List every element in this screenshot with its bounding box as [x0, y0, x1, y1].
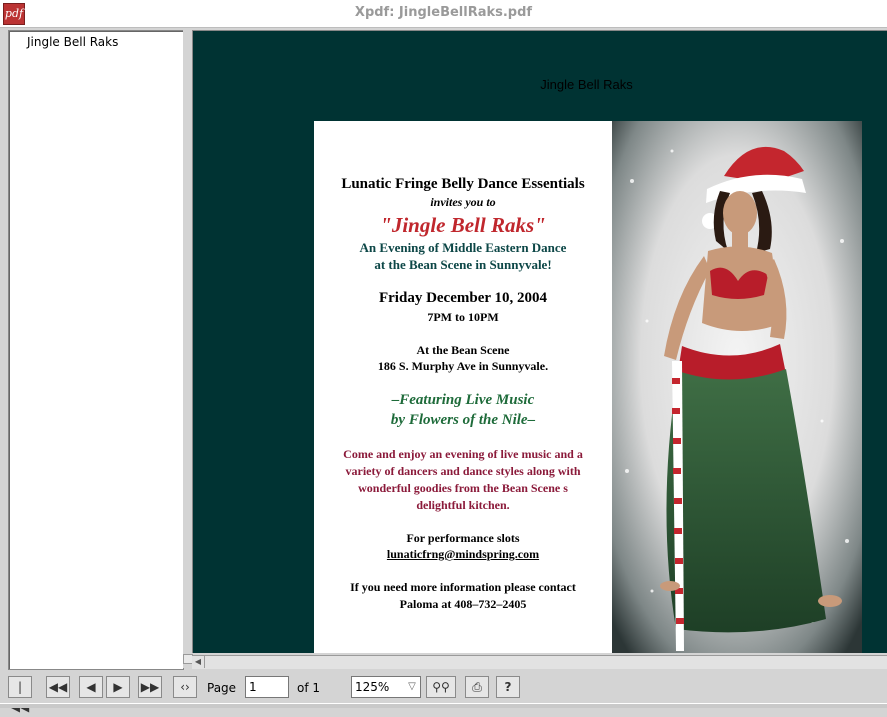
- flyer-address: 186 S. Murphy Ave in Sunnyvale.: [377, 359, 549, 373]
- title-bar: pdf Xpdf: JingleBellRaks.pdf: [0, 0, 887, 28]
- back-10-pages-icon: ◀◀: [48, 680, 68, 694]
- forward-10-pages-button[interactable]: ▶▶: [138, 676, 162, 698]
- page-heading: Jingle Bell Raks: [540, 77, 633, 92]
- flyer-slots: For performance slots: [406, 531, 520, 545]
- toolbar: |◀◀ ◀◀ ◀ ▶ ▶▶ ‹› Page 1 of 1 125% ▽ ⚲⚲ ⎙…: [0, 672, 887, 714]
- print-button[interactable]: ⎙: [465, 676, 489, 698]
- window-title: Xpdf: JingleBellRaks.pdf: [354, 5, 533, 20]
- flyer-body-2: variety of dancers and dance styles alon…: [345, 464, 581, 478]
- horizontal-scrollbar[interactable]: ◀: [192, 655, 887, 669]
- flyer-contact-1: If you need more information please cont…: [350, 580, 576, 594]
- forward-10-pages-icon: ▶▶: [140, 680, 160, 694]
- find-button[interactable]: ⚲⚲: [426, 676, 456, 698]
- chevron-down-icon[interactable]: ▽: [404, 677, 420, 696]
- dancer-photo: [612, 121, 862, 653]
- flyer-body-1: Come and enjoy an evening of live music …: [343, 447, 583, 461]
- flyer-music-2: by Flowers of the Nile–: [390, 412, 536, 428]
- flyer-body-3: wonderful goodies from the Bean Scene s: [358, 481, 568, 495]
- flyer-email-link[interactable]: lunaticfrng@mindspring.com: [314, 547, 612, 562]
- previous-page-button[interactable]: ◀: [79, 676, 103, 698]
- status-bar: [0, 703, 887, 708]
- page-count-label: of 1: [297, 681, 321, 695]
- print-icon: ⎙: [472, 680, 482, 694]
- next-page-icon: ▶: [113, 680, 123, 694]
- next-page-button[interactable]: ▶: [106, 676, 130, 698]
- first-page-button[interactable]: |◀◀: [8, 676, 32, 714]
- history-button[interactable]: ‹›: [173, 676, 197, 698]
- flyer-subtitle-1: An Evening of Middle Eastern Dance: [359, 240, 567, 255]
- page-number-input[interactable]: 1: [245, 676, 289, 698]
- document-viewer[interactable]: Jingle Bell Raks Lunatic Fringe Belly Da…: [192, 30, 887, 653]
- help-button[interactable]: ?: [496, 676, 520, 698]
- outline-pane[interactable]: Jingle Bell Raks: [8, 30, 184, 670]
- flyer-host: Lunatic Fringe Belly Dance Essentials: [341, 176, 585, 192]
- flyer-music-1: –Featuring Live Music: [391, 392, 535, 408]
- flyer-subtitle-2: at the Bean Scene in Sunnyvale!: [374, 257, 552, 272]
- pane-splitter[interactable]: [183, 30, 191, 668]
- back-10-pages-button[interactable]: ◀◀: [46, 676, 70, 698]
- scroll-left-icon[interactable]: ◀: [192, 656, 205, 668]
- first-page-icon: |◀◀: [11, 680, 29, 714]
- flyer-body-4: delightful kitchen.: [416, 498, 510, 512]
- flyer-time: 7PM to 10PM: [427, 310, 499, 324]
- pdf-page: Lunatic Fringe Belly Dance Essentials in…: [314, 121, 862, 653]
- flyer-event-title: "Jingle Bell Raks": [380, 213, 546, 237]
- flyer-contact-2: Paloma at 408–732–2405: [399, 597, 527, 611]
- outline-item-jingle-bell-raks[interactable]: Jingle Bell Raks: [27, 35, 118, 49]
- page-label: Page: [207, 681, 237, 695]
- dancer-photo-graphic: [612, 121, 862, 653]
- history-back-forward-icon: ‹›: [180, 680, 190, 694]
- flyer-date: Friday December 10, 2004: [378, 290, 548, 306]
- flyer-invite: invites you to: [430, 195, 496, 209]
- find-binoculars-icon: ⚲⚲: [432, 680, 450, 694]
- previous-page-icon: ◀: [86, 680, 96, 694]
- flyer-venue: At the Bean Scene: [416, 343, 510, 357]
